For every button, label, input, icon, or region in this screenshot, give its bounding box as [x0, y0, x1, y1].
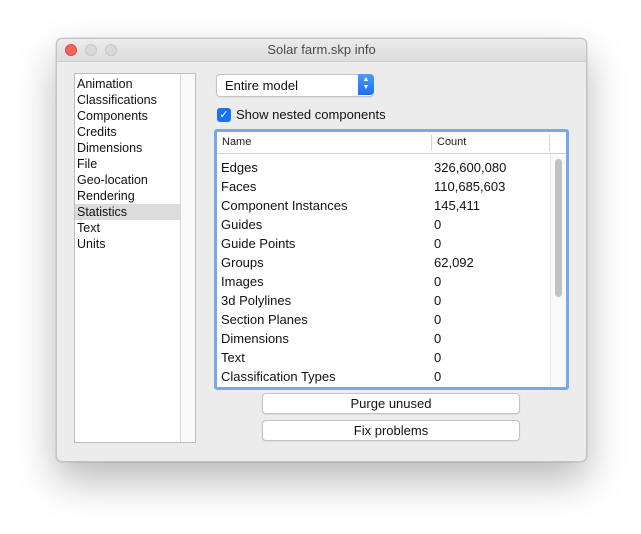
row-count: 0 — [434, 293, 442, 308]
purge-unused-button[interactable]: Purge unused — [262, 393, 520, 414]
category-item-animation[interactable]: Animation — [75, 76, 180, 92]
table-row[interactable]: Images 0 — [217, 272, 548, 291]
category-item-geo-location[interactable]: Geo-location — [75, 172, 180, 188]
category-list-scrollbar[interactable] — [180, 74, 195, 442]
row-count: 326,600,080 — [434, 160, 507, 175]
category-list: Animation Classifications Components Cre… — [74, 73, 196, 443]
row-count: 0 — [434, 369, 442, 384]
row-name: Dimensions — [221, 331, 289, 346]
table-row[interactable]: Guide Points 0 — [217, 234, 548, 253]
row-count: 62,092 — [434, 255, 474, 270]
table-scrollbar[interactable] — [550, 154, 566, 387]
category-list-items: Animation Classifications Components Cre… — [75, 76, 180, 252]
table-header: Name Count — [217, 132, 566, 154]
statistics-table: Name Count Edges 326,600,080 Faces 110,685… — [214, 129, 569, 390]
category-item-units[interactable]: Units — [75, 236, 180, 252]
row-name: Component Instances — [221, 198, 348, 213]
row-count: 0 — [434, 331, 442, 346]
table-row[interactable]: Component Instances 145,411 — [217, 196, 548, 215]
table-row[interactable]: Edges 326,600,080 — [217, 158, 548, 177]
table-row[interactable]: Guides 0 — [217, 215, 548, 234]
row-count: 0 — [434, 274, 442, 289]
column-divider[interactable] — [431, 135, 432, 151]
row-count: 110,685,603 — [434, 179, 506, 194]
fix-problems-button[interactable]: Fix problems — [262, 420, 520, 441]
show-nested-components-checkbox[interactable]: ✓ — [217, 108, 231, 122]
table-row[interactable]: Groups 62,092 — [217, 253, 548, 272]
row-name: Groups — [221, 255, 264, 270]
row-name: Section Planes — [221, 312, 308, 327]
table-rows: Edges 326,600,080 Faces 110,685,603 Compon… — [217, 158, 548, 386]
row-name: Images — [221, 274, 264, 289]
table-row[interactable]: Text 0 — [217, 348, 548, 367]
category-item-classifications[interactable]: Classifications — [75, 92, 180, 108]
row-count: 145,411 — [434, 198, 481, 213]
table-row[interactable]: Section Planes 0 — [217, 310, 548, 329]
popup-arrows-icon: ▲ ▼ — [358, 74, 374, 95]
category-item-rendering[interactable]: Rendering — [75, 188, 180, 204]
row-name: Faces — [221, 179, 257, 194]
category-item-credits[interactable]: Credits — [75, 124, 180, 140]
row-count: 0 — [434, 350, 442, 365]
row-count: 0 — [434, 217, 442, 232]
row-name: Text — [221, 350, 245, 365]
row-name: Classification Types — [221, 369, 336, 384]
table-row[interactable]: Faces 110,685,603 — [217, 177, 548, 196]
table-row[interactable]: Dimensions 0 — [217, 329, 548, 348]
model-info-window: Solar farm.skp info Animation Classifica… — [56, 38, 587, 462]
category-item-components[interactable]: Components — [75, 108, 180, 124]
column-header-name[interactable]: Name — [222, 136, 251, 148]
row-name: 3d Polylines — [221, 293, 292, 308]
scope-popup-value: Entire model — [225, 78, 298, 93]
title-bar: Solar farm.skp info — [57, 39, 586, 62]
table-row[interactable]: 3d Polylines 0 — [217, 291, 548, 310]
row-name: Guide Points — [221, 236, 296, 251]
scope-popup[interactable]: Entire model ▲ ▼ — [216, 74, 374, 97]
row-count: 0 — [434, 236, 442, 251]
window-title: Solar farm.skp info — [267, 42, 376, 57]
show-nested-components-label[interactable]: Show nested components — [236, 107, 386, 122]
category-item-text[interactable]: Text — [75, 220, 180, 236]
table-scrollbar-thumb[interactable] — [555, 159, 562, 297]
row-name: Guides — [221, 217, 263, 232]
row-count: 0 — [434, 312, 442, 327]
category-item-statistics[interactable]: Statistics — [75, 204, 180, 220]
column-header-count[interactable]: Count — [437, 136, 466, 148]
table-row[interactable]: Classification Types 0 — [217, 367, 548, 386]
category-item-file[interactable]: File — [75, 156, 180, 172]
row-name: Edges — [221, 160, 258, 175]
category-item-dimensions[interactable]: Dimensions — [75, 140, 180, 156]
column-divider[interactable] — [549, 135, 550, 151]
